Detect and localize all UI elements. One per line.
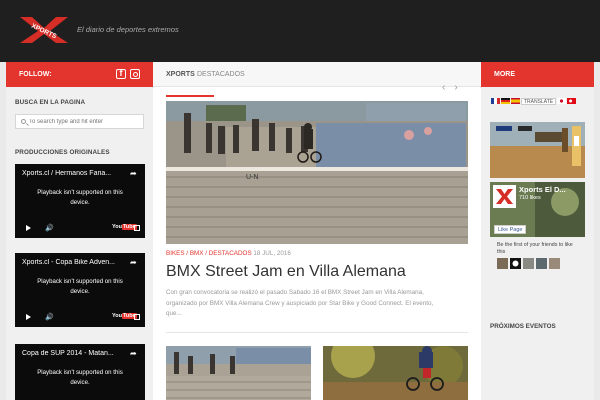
featured-image[interactable]: U-N [166,101,468,244]
flag-kr-icon[interactable] [557,98,567,104]
flag-fr-icon[interactable] [491,98,500,104]
left-sidebar: FOLLOW: BUSCA EN LA PAGINA PRODUCCIONES … [6,62,153,400]
translate-widget[interactable]: TRANSLATE [491,97,577,105]
more-label: MORE [494,71,515,78]
friend-avatar[interactable] [497,258,508,269]
originals-heading: PRODUCCIONES ORIGINALES [15,149,110,156]
share-icon[interactable]: ➦ [130,258,137,267]
page: XPORTS El diario de deportes extremos FO… [0,0,600,400]
facebook-likes: 710 likes [519,195,541,201]
friend-avatar[interactable] [523,258,534,269]
section-title-bold: XPORTS [166,71,195,78]
friend-avatar[interactable] [549,258,560,269]
section-header: XPORTS DESTACADOS [153,62,481,87]
facebook-page-name[interactable]: Xports El D... [519,185,566,194]
instagram-icon[interactable] [130,69,140,79]
video-controls: 🔊 YouTube [22,313,140,321]
video-title[interactable]: Xports.cl / Hermanos Faria... [22,170,122,177]
facebook-icon[interactable] [116,68,126,79]
post-thumbnail[interactable] [323,346,468,400]
follow-bar: FOLLOW: [6,62,153,87]
search-box[interactable] [15,114,144,129]
facebook-friends-text: Be the first of your friends to like thi… [497,242,573,255]
section-title: DESTACADOS [197,71,245,78]
follow-label: FOLLOW: [19,71,52,78]
video-controls: 🔊 YouTube [22,224,140,232]
divider [166,332,468,333]
main-content: XPORTS DESTACADOS ‹ › U-N BIKES / BMX / … [153,62,481,400]
chevron-right-icon[interactable]: › [454,82,457,93]
youtube-icon[interactable]: YouTube [112,313,137,319]
flag-de-icon[interactable] [501,98,510,104]
category-link[interactable]: BIKES [166,250,185,257]
post-date: 18 JUL, 2016 [253,250,291,257]
section-underline [166,95,214,97]
volume-icon[interactable]: 🔊 [45,313,54,321]
post-title[interactable]: BMX Street Jam en Villa Alemana [166,263,406,281]
search-input[interactable] [29,117,141,127]
site-tagline: El diario de deportes extremos [77,25,179,34]
volume-icon[interactable]: 🔊 [45,224,54,232]
play-icon[interactable] [26,314,31,320]
play-icon[interactable] [26,225,31,231]
right-sidebar: MORE TRANSLATE Xports El D... 710 likes … [481,62,594,400]
video-embed[interactable]: Xports.cl / Hermanos Faria... ➦ Playback… [15,164,145,238]
like-page-button[interactable]: Like Page [494,225,527,234]
playback-message: Playback isn't supported on this device. [37,189,123,206]
category-link[interactable]: DESTACADOS [209,250,252,257]
social-icons [116,68,140,79]
youtube-icon[interactable]: YouTube [112,224,137,230]
site-header: XPORTS El diario de deportes extremos [0,0,600,62]
xports-logo[interactable]: XPORTS [18,15,70,45]
flag-tr-icon[interactable] [567,98,577,104]
svg-text:U-N: U-N [246,174,258,181]
slider-arrows: ‹ › [442,82,467,93]
friend-avatar[interactable] [510,258,521,269]
friend-avatar[interactable] [536,258,547,269]
facebook-avatar[interactable] [493,185,516,208]
post-excerpt: Con gran convocatoria se realizó el pasa… [166,289,434,317]
events-heading: PRÓXIMOS EVENTOS [490,323,556,330]
video-embed[interactable]: Xports.cl - Copa Bike Adven... ➦ Playbac… [15,253,145,327]
category-link[interactable]: BMX [190,250,204,257]
video-title[interactable]: Copa de SUP 2014 - Matan... [22,350,122,357]
facebook-page-widget[interactable]: Xports El D... 710 likes Like Page [490,182,585,237]
more-bar: MORE [481,62,594,87]
search-heading: BUSCA EN LA PAGINA [15,99,86,106]
chevron-left-icon[interactable]: ‹ [442,82,445,93]
flag-es-icon[interactable] [511,98,520,104]
fullscreen-icon[interactable] [134,225,140,231]
playback-message: Playback isn't supported on this device. [37,369,123,386]
share-icon[interactable]: ➦ [130,349,137,358]
post-thumbnail[interactable] [166,346,311,400]
share-icon[interactable]: ➦ [130,169,137,178]
advertisement-banner[interactable] [490,122,585,178]
playback-message: Playback isn't supported on this device. [37,278,123,295]
video-embed[interactable]: Copa de SUP 2014 - Matan... ➦ Playback i… [15,344,145,400]
fullscreen-icon[interactable] [134,314,140,320]
post-meta: BIKES / BMX / DESTACADOS 18 JUL, 2016 [166,250,291,257]
search-icon [21,119,26,124]
translate-button[interactable]: TRANSLATE [521,97,557,105]
video-title[interactable]: Xports.cl - Copa Bike Adven... [22,259,122,266]
